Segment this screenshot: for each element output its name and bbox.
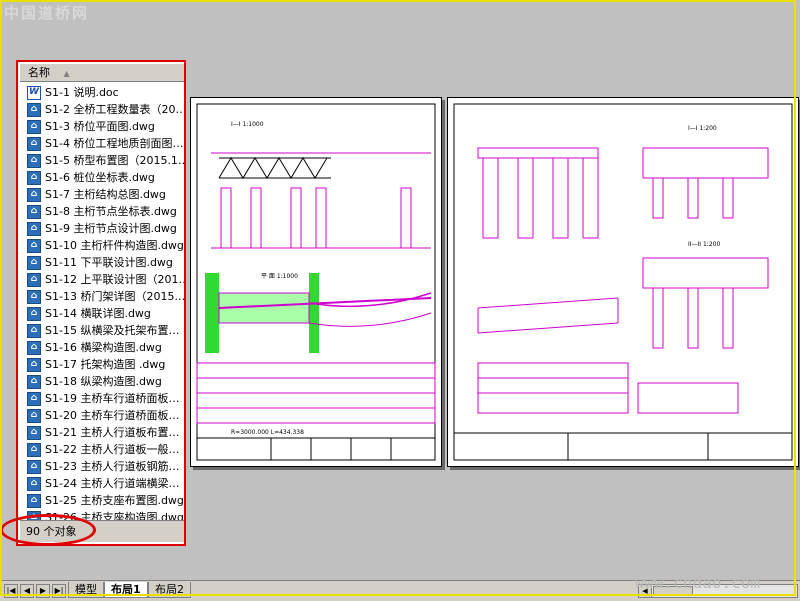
dwg-file-icon: ⌂: [27, 425, 41, 440]
dwg-file-icon: ⌂: [27, 102, 41, 117]
file-name: S1-2 全桥工程数量表（20…: [45, 103, 186, 116]
list-item[interactable]: ⌂ S1-12 上平联设计图（201…: [20, 271, 186, 288]
first-tab-icon[interactable]: |◀: [4, 584, 18, 598]
dwg-file-icon: ⌂: [27, 221, 41, 236]
file-name: S1-8 主桁节点坐标表.dwg: [45, 205, 177, 218]
file-name: S1-4 桥位工程地质剖面图…: [45, 137, 184, 150]
file-name: S1-19 主桥车行道桥面板…: [45, 392, 180, 405]
dwg-file-icon: ⌂: [27, 493, 41, 508]
list-item[interactable]: ⌂ S1-9 主桁节点设计图.dwg: [20, 220, 184, 237]
dwg-file-icon: ⌂: [27, 306, 41, 321]
next-tab-icon[interactable]: ▶: [36, 584, 50, 598]
dwg-file-icon: ⌂: [27, 204, 41, 219]
list-item[interactable]: ⌂ S1-20 主桥车行道桥面板…: [20, 407, 184, 424]
file-name: S1-23 主桥人行道板钢筋…: [45, 460, 180, 473]
file-name: S1-1 说明.doc: [45, 86, 119, 99]
dwg-file-icon: ⌂: [27, 153, 41, 168]
file-list-panel: 名称 ▲ W S1-1 说明.doc ⌂ S1-2 全桥工程数量表（20… ⌂ S1-3 …: [16, 60, 186, 546]
list-item[interactable]: ⌂ S1-18 纵梁构造图.dwg: [20, 373, 184, 390]
section-label-2: II—II 1:200: [688, 241, 720, 248]
dwg-file-icon: ⌂: [27, 119, 41, 134]
dwg-file-icon: ⌂: [27, 340, 41, 355]
tab-layout2[interactable]: 布局2: [148, 582, 191, 598]
file-name: S1-9 主桁节点设计图.dwg: [45, 222, 177, 235]
list-item[interactable]: ⌂ S1-10 主桁杆件构造图.dwg: [20, 237, 184, 254]
file-name: S1-18 纵梁构造图.dwg: [45, 375, 162, 388]
file-name: S1-14 横联详图.dwg: [45, 307, 151, 320]
list-item[interactable]: ⌂ S1-2 全桥工程数量表（20…: [20, 101, 186, 118]
file-name: S1-7 主桁结构总图.dwg: [45, 188, 166, 201]
list-item[interactable]: ⌂ S1-21 主桥人行道板布置…: [20, 424, 184, 441]
prev-tab-icon[interactable]: ◀: [20, 584, 34, 598]
file-name: S1-11 下平联设计图.dwg: [45, 256, 173, 269]
column-header-name[interactable]: 名称 ▲: [20, 64, 184, 82]
list-item[interactable]: ⌂ S1-24 主桥人行道端横梁…: [20, 475, 184, 492]
list-item[interactable]: ⌂ S1-4 桥位工程地质剖面图…: [20, 135, 184, 152]
file-list: W S1-1 说明.doc ⌂ S1-2 全桥工程数量表（20… ⌂ S1-3 桥位平面图…: [20, 84, 186, 526]
file-name: S1-6 桩位坐标表.dwg: [45, 171, 155, 184]
word-document-icon: W: [27, 85, 41, 100]
dwg-file-icon: ⌂: [27, 187, 41, 202]
file-name: S1-22 主桥人行道板一般…: [45, 443, 180, 456]
dwg-file-icon: ⌂: [27, 442, 41, 457]
list-item[interactable]: ⌂ S1-14 横联详图.dwg: [20, 305, 184, 322]
sort-arrow-icon: ▲: [63, 69, 70, 78]
drawing-left-graphic: I—I 1:1000 平 面 1:1000 R=3000.000 L=434.3…: [196, 103, 436, 461]
scale-label-2: 平 面 1:1000: [261, 273, 298, 280]
tab-model[interactable]: 模型: [68, 582, 104, 598]
drawing-sheet-right[interactable]: I—I 1:200 II—II 1:200: [447, 97, 799, 467]
list-item[interactable]: ⌂ S1-5 桥型布置图（2015.1…: [20, 152, 186, 169]
dwg-file-icon: ⌂: [27, 289, 41, 304]
drawing-footer: R=3000.000 L=434.338: [231, 429, 304, 436]
list-item[interactable]: ⌂ S1-11 下平联设计图.dwg: [20, 254, 184, 271]
file-name: S1-3 桥位平面图.dwg: [45, 120, 155, 133]
file-name: S1-17 托架构造图 .dwg: [45, 358, 166, 371]
list-item[interactable]: W S1-1 说明.doc: [20, 84, 184, 101]
list-item[interactable]: ⌂ S1-3 桥位平面图.dwg: [20, 118, 184, 135]
file-name: S1-16 横梁构造图.dwg: [45, 341, 162, 354]
list-item[interactable]: ⌂ S1-16 横梁构造图.dwg: [20, 339, 184, 356]
column-header-label: 名称: [28, 66, 50, 79]
dwg-file-icon: ⌂: [27, 476, 41, 491]
drawing-sheet-left[interactable]: I—I 1:1000 平 面 1:1000 R=3000.000 L=434.3…: [190, 97, 442, 467]
file-name: S1-15 纵横梁及托架布置…: [45, 324, 180, 337]
file-name: S1-10 主桁杆件构造图.dwg: [45, 239, 184, 252]
file-name: S1-25 主桥支座布置图.dwg: [45, 494, 184, 507]
dwg-file-icon: ⌂: [27, 255, 41, 270]
list-item[interactable]: ⌂ S1-19 主桥车行道桥面板…: [20, 390, 184, 407]
file-name: S1-13 桥门架详图（2015.…: [45, 290, 186, 303]
file-name: S1-12 上平联设计图（201…: [45, 273, 186, 286]
dwg-file-icon: ⌂: [27, 459, 41, 474]
last-tab-icon[interactable]: ▶|: [52, 584, 66, 598]
dwg-file-icon: ⌂: [27, 238, 41, 253]
list-item[interactable]: ⌂ S1-6 桩位坐标表.dwg: [20, 169, 184, 186]
tab-layout1[interactable]: 布局1: [104, 582, 148, 598]
scale-label-1: I—I 1:1000: [231, 121, 264, 128]
list-item[interactable]: ⌂ S1-7 主桁结构总图.dwg: [20, 186, 184, 203]
watermark-top: 中国道桥网: [4, 4, 90, 22]
list-item[interactable]: ⌂ S1-15 纵横梁及托架布置…: [20, 322, 184, 339]
file-name: S1-21 主桥人行道板布置…: [45, 426, 180, 439]
list-item[interactable]: ⌂ S1-25 主桥支座布置图.dwg: [20, 492, 184, 509]
list-item[interactable]: ⌂ S1-22 主桥人行道板一般…: [20, 441, 184, 458]
dwg-file-icon: ⌂: [27, 272, 41, 287]
dwg-file-icon: ⌂: [27, 391, 41, 406]
file-name: S1-24 主桥人行道端横梁…: [45, 477, 180, 490]
dwg-file-icon: ⌂: [27, 357, 41, 372]
list-item[interactable]: ⌂ S1-17 托架构造图 .dwg: [20, 356, 184, 373]
section-label-1: I—I 1:200: [688, 125, 717, 132]
dwg-file-icon: ⌂: [27, 170, 41, 185]
file-name: S1-5 桥型布置图（2015.1…: [45, 154, 186, 167]
dwg-file-icon: ⌂: [27, 408, 41, 423]
list-item[interactable]: ⌂ S1-23 主桥人行道板钢筋…: [20, 458, 184, 475]
drawing-right-graphic: I—I 1:200 II—II 1:200: [453, 103, 793, 461]
file-name: S1-20 主桥车行道桥面板…: [45, 409, 180, 422]
watermark-bottom: www.cndao.com: [634, 573, 760, 592]
list-item[interactable]: ⌂ S1-8 主桁节点坐标表.dwg: [20, 203, 184, 220]
dwg-file-icon: ⌂: [27, 323, 41, 338]
list-item[interactable]: ⌂ S1-13 桥门架详图（2015.…: [20, 288, 186, 305]
highlight-ellipse: [0, 514, 96, 546]
dwg-file-icon: ⌂: [27, 136, 41, 151]
dwg-file-icon: ⌂: [27, 374, 41, 389]
